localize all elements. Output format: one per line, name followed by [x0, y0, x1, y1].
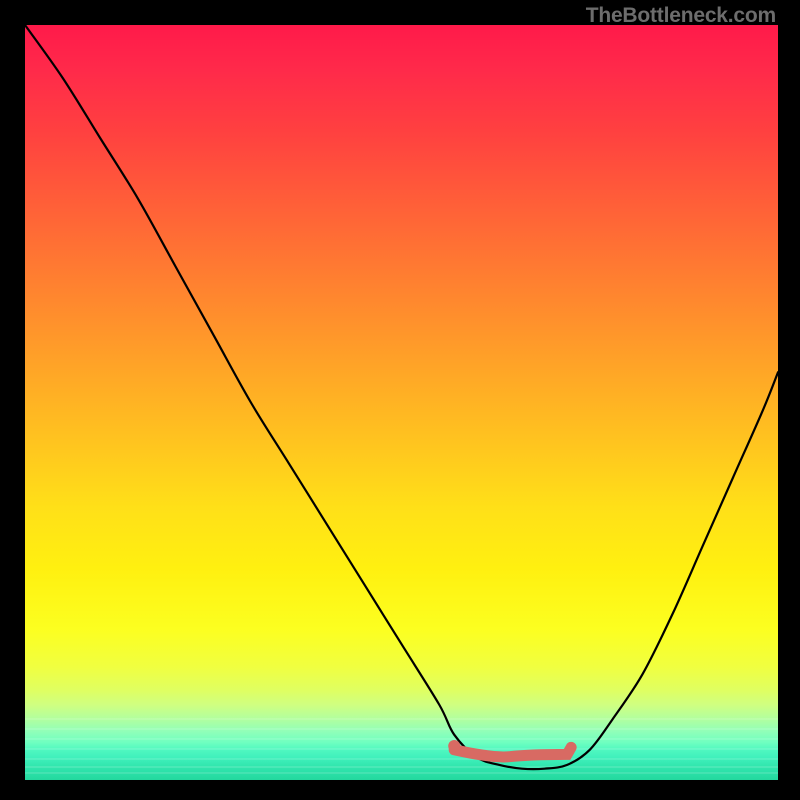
bottleneck-curve: [25, 25, 778, 769]
plot-area: [25, 25, 778, 780]
curve-layer: [25, 25, 778, 780]
optimal-point-marker: [448, 740, 460, 752]
chart-frame: TheBottleneck.com: [0, 0, 800, 800]
optimal-range-marker: [454, 747, 571, 757]
